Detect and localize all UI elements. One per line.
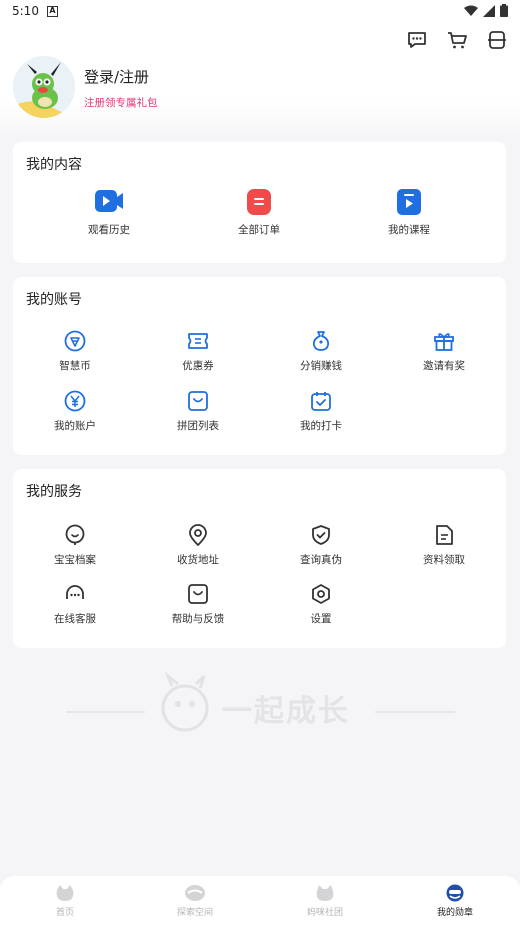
- dragon-mascot-icon: [13, 56, 75, 118]
- help-feedback-label: 帮助与反馈: [171, 613, 225, 625]
- my-courses-label: 我的课程: [388, 224, 430, 236]
- order-icon: [247, 189, 271, 215]
- coupon-icon: [188, 333, 208, 349]
- status-bar: 5:10 A: [0, 0, 520, 22]
- settings-label: 设置: [310, 613, 332, 625]
- settings-icon: [312, 584, 330, 604]
- video-history-icon: [95, 190, 123, 212]
- watch-history-label: 观看历史: [88, 224, 130, 236]
- tab-my-medals[interactable]: 我的勋章: [390, 876, 520, 926]
- wifi-icon: [464, 5, 478, 16]
- signup-gift-label[interactable]: 注册领专属礼包: [84, 95, 158, 110]
- course-icon: [397, 189, 421, 215]
- shipping-address-item[interactable]: 收货地址: [143, 524, 253, 567]
- invite-reward-label: 邀请有奖: [423, 360, 465, 372]
- my-account-title: 我的账号: [26, 292, 82, 308]
- tab-explore[interactable]: 探索空间: [130, 876, 260, 926]
- profile-tab-icon: [446, 884, 464, 902]
- distribution-earn-label: 分销赚钱: [300, 360, 342, 372]
- my-content-title: 我的内容: [26, 157, 82, 173]
- customer-service-icon: [66, 585, 84, 599]
- invite-reward-item[interactable]: 邀请有奖: [389, 330, 499, 373]
- document-icon: [436, 525, 453, 545]
- tab-community[interactable]: 妈咪社团: [260, 876, 390, 926]
- home-tab-icon: [56, 885, 74, 901]
- my-check-in-label: 我的打卡: [300, 420, 342, 432]
- login-register-link[interactable]: 登录/注册: [84, 66, 149, 87]
- group-buy-list-label: 拼团列表: [177, 420, 219, 432]
- scan-icon[interactable]: [486, 29, 508, 51]
- feedback-icon: [188, 584, 208, 604]
- my-services-title: 我的服务: [26, 484, 82, 500]
- yen-icon: [64, 390, 86, 412]
- tab-home[interactable]: 首页: [0, 876, 130, 926]
- status-time: 5:10: [12, 4, 39, 18]
- my-courses-item[interactable]: 我的课程: [354, 188, 464, 237]
- explore-tab-icon: [185, 885, 205, 901]
- online-service-label: 在线客服: [54, 613, 96, 625]
- all-orders-label: 全部订单: [238, 224, 280, 236]
- shipping-address-label: 收货地址: [177, 554, 219, 566]
- group-buy-icon: [188, 391, 208, 411]
- coupon-item[interactable]: 优惠券: [143, 330, 253, 373]
- distribution-earn-item[interactable]: 分销赚钱: [266, 330, 376, 373]
- location-icon: [189, 524, 207, 546]
- tab-community-label: 妈咪社团: [306, 908, 343, 918]
- coupon-label: 优惠券: [182, 360, 214, 372]
- my-account-balance-item[interactable]: 我的账户: [20, 390, 130, 433]
- community-tab-icon: [316, 885, 334, 901]
- money-bag-icon: [312, 331, 330, 351]
- tab-my-medals-label: 我的勋章: [436, 908, 473, 918]
- my-services-card: 我的服务 宝宝档案 收货地址 查询真伪 资料领取 在线客服 帮助与反馈 设置: [13, 469, 506, 648]
- tab-explore-label: 探索空间: [176, 908, 213, 918]
- wisdom-coin-label: 智慧币: [59, 360, 91, 372]
- avatar[interactable]: [13, 56, 75, 118]
- watermark-slogan: 一起成长: [0, 671, 520, 742]
- cart-icon[interactable]: [446, 29, 468, 51]
- materials-claim-item[interactable]: 资料领取: [389, 524, 499, 567]
- verify-authenticity-item[interactable]: 查询真伪: [266, 524, 376, 567]
- battery-icon: [500, 4, 508, 17]
- message-icon[interactable]: [406, 29, 428, 51]
- header-actions: [406, 29, 508, 51]
- coin-icon: [64, 330, 86, 352]
- online-service-item[interactable]: 在线客服: [20, 583, 130, 626]
- group-buy-list-item[interactable]: 拼团列表: [143, 390, 253, 433]
- baby-icon: [65, 524, 85, 545]
- wisdom-coin-item[interactable]: 智慧币: [20, 330, 130, 373]
- signal-icon: [483, 4, 495, 17]
- my-content-card: 我的内容 观看历史 全部订单 我的课程: [13, 142, 506, 263]
- help-feedback-item[interactable]: 帮助与反馈: [143, 583, 253, 626]
- verify-authenticity-label: 查询真伪: [300, 554, 342, 566]
- all-orders-item[interactable]: 全部订单: [204, 188, 314, 237]
- baby-profile-label: 宝宝档案: [54, 554, 96, 566]
- my-check-in-item[interactable]: 我的打卡: [266, 390, 376, 433]
- watch-history-item[interactable]: 观看历史: [54, 188, 164, 237]
- settings-item[interactable]: 设置: [266, 583, 376, 626]
- gift-icon: [434, 333, 454, 351]
- shield-check-icon: [312, 525, 330, 545]
- watermark-text: 一起成长: [222, 694, 350, 729]
- notification-icon: A: [46, 5, 58, 17]
- my-account-balance-label: 我的账户: [54, 420, 96, 432]
- baby-profile-item[interactable]: 宝宝档案: [20, 524, 130, 567]
- profile-header: 登录/注册 注册领专属礼包: [0, 22, 520, 134]
- bottom-tab-bar: 首页 探索空间 妈咪社团 我的勋章: [0, 876, 520, 926]
- my-account-card: 我的账号 智慧币 优惠券 分销赚钱 邀请有奖 我的账户 拼团列表 我的打卡: [13, 277, 506, 455]
- check-in-icon: [311, 392, 331, 411]
- materials-claim-label: 资料领取: [423, 554, 465, 566]
- status-indicators: [464, 4, 508, 17]
- tab-home-label: 首页: [55, 908, 74, 918]
